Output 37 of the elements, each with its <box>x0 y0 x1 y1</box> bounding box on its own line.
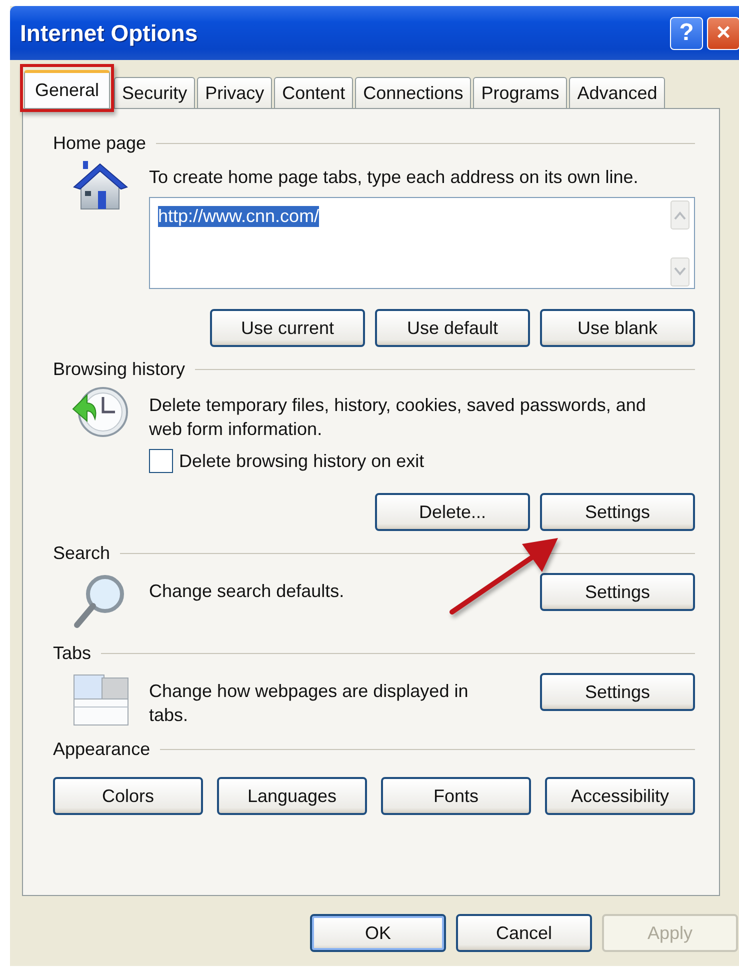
tab[interactable]: Advanced <box>569 77 666 108</box>
tab[interactable]: General <box>24 70 110 108</box>
dialog-button[interactable]: OK <box>310 914 446 952</box>
dialog-button[interactable]: Settings <box>540 573 695 611</box>
section-heading: Search <box>53 542 110 564</box>
description-text: Change search defaults. <box>149 580 346 603</box>
checkbox[interactable] <box>149 449 173 473</box>
checkbox-label: Delete browsing history on exit <box>179 450 424 472</box>
dialog-button[interactable]: Delete... <box>375 493 530 531</box>
dialog-button[interactable]: Use current <box>210 309 365 347</box>
dialog-button[interactable]: Fonts <box>381 777 531 815</box>
description-text: Change how webpages are displayed in tabs. <box>149 680 470 727</box>
section-heading: Browsing history <box>53 358 186 380</box>
description-text: Delete temporary files, history, cookies, saved passwords, and web form information. <box>149 394 647 441</box>
dialog-button[interactable]: Colors <box>53 777 203 815</box>
dialog-button[interactable]: Accessibility <box>545 777 695 815</box>
section-heading: Tabs <box>53 642 92 664</box>
address-text: http://www.cnn.com/ <box>158 206 320 227</box>
tab[interactable]: Privacy <box>197 77 272 108</box>
description-text: To create home page tabs, type each address on its own line. <box>149 166 640 189</box>
dialog-button[interactable]: Cancel <box>456 914 592 952</box>
dialog-button[interactable]: Settings <box>540 493 695 531</box>
tabs-window-icon <box>71 673 131 727</box>
tab[interactable]: Content <box>274 77 354 108</box>
tab[interactable]: Connections <box>355 77 472 108</box>
dialog-button[interactable]: Use default <box>375 309 530 347</box>
help-button[interactable]: ? <box>670 16 703 50</box>
dialog-button[interactable]: Use blank <box>540 309 695 347</box>
dialog-button[interactable]: Languages <box>217 777 367 815</box>
section-heading: Appearance <box>53 738 150 760</box>
address-field[interactable]: http://www.cnn.com/ <box>149 197 695 289</box>
dialog-button[interactable]: Settings <box>540 673 695 711</box>
tab[interactable]: Security <box>114 77 196 108</box>
window-title: Internet Options <box>20 20 198 46</box>
tab[interactable]: Programs <box>473 77 568 108</box>
section-heading: Home page <box>53 132 146 154</box>
clock-with-arrow-icon <box>71 385 131 439</box>
